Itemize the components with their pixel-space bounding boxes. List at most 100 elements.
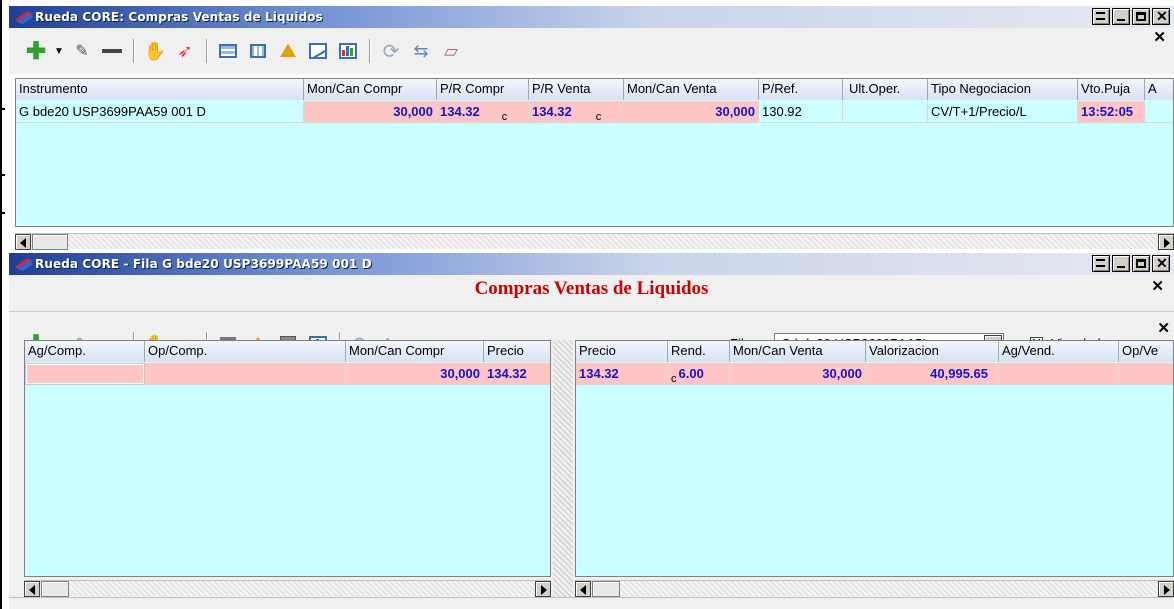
column-header[interactable]: Instrumento	[16, 79, 304, 100]
pr-compr-cell[interactable]: 134.32 c	[437, 101, 529, 123]
column-header[interactable]: Mon/Can Compr	[304, 79, 437, 100]
bar-chart-icon[interactable]	[335, 38, 361, 64]
column-header[interactable]: Mon/Can Venta	[730, 341, 866, 362]
column-header[interactable]: Mon/Can Venta	[624, 79, 759, 100]
column-header[interactable]: Precio	[484, 341, 550, 362]
column-header[interactable]: P/R Compr	[437, 79, 529, 100]
ult-oper-cell[interactable]	[843, 101, 928, 123]
bottom-maximize-button[interactable]	[1132, 255, 1150, 272]
handshake-icon[interactable]: ✋	[142, 38, 168, 64]
vto-puja-cell[interactable]: 13:52:05	[1078, 101, 1145, 123]
column-header[interactable]: Vto.Puja	[1078, 79, 1145, 100]
op-comp-cell[interactable]	[145, 363, 346, 385]
app-logo-icon	[15, 258, 33, 271]
line-chart-icon[interactable]	[305, 38, 331, 64]
bottom-minimize-button[interactable]	[1112, 255, 1130, 272]
pr-venta-cell[interactable]: 134.32 c	[529, 101, 624, 123]
ag-comp-cell[interactable]	[25, 363, 145, 385]
top-window-title: Rueda CORE: Compras Ventas de Liquidos	[35, 10, 323, 24]
eraser-icon[interactable]: ▱	[438, 38, 464, 64]
rend-value: 6.00	[678, 366, 704, 381]
bar-pile-icon[interactable]: ⛰	[275, 38, 301, 64]
bottom-window-titlebar[interactable]: Rueda CORE - Fila G bde20 USP3699PAA59 0…	[9, 253, 1174, 275]
column-header[interactable]: Op/Ve	[1119, 341, 1173, 362]
top-toolbar: ✚ ▼ ✎ ✋ ➶ ⛰ ⟳ ⇆ ▱ ✕	[9, 28, 1174, 74]
scroll-right-button[interactable]	[1158, 581, 1174, 597]
mon-can-compr-cell[interactable]: 30,000	[304, 101, 437, 123]
subtitle-close-icon[interactable]: ✕	[1151, 277, 1164, 295]
bottom-restore-button[interactable]	[1092, 255, 1110, 272]
extra-cell[interactable]	[1145, 101, 1173, 123]
column-header[interactable]: P/Ref.	[759, 79, 843, 100]
grid-icon[interactable]	[245, 38, 271, 64]
top-window-titlebar[interactable]: Rueda CORE: Compras Ventas de Liquidos ✕	[9, 6, 1174, 28]
column-header[interactable]: A	[1145, 79, 1173, 100]
column-header[interactable]: Op/Comp.	[145, 341, 346, 362]
mon-can-venta-cell[interactable]: 30,000	[624, 101, 759, 123]
ventas-grid-hscrollbar[interactable]	[575, 580, 1174, 597]
edit-pencil-icon[interactable]: ✎	[69, 38, 95, 64]
status-strip	[9, 597, 1174, 609]
top-maximize-button[interactable]	[1132, 8, 1150, 25]
bottom-window-subtitle: Compras Ventas de Liquidos	[474, 278, 709, 299]
precio-cell[interactable]: 134.32	[484, 363, 550, 385]
pr-venta-mark: c	[595, 111, 602, 123]
column-header[interactable]: Mon/Can Compr	[346, 341, 484, 362]
table-icon[interactable]	[215, 38, 241, 64]
ag-vend-cell[interactable]	[999, 363, 1119, 385]
bottom-window-title: Rueda CORE - Fila G bde20 USP3699PAA59 0…	[35, 257, 372, 271]
table-row[interactable]: G bde20 USP3699PAA59 001 D 30,000 134.32…	[16, 101, 1173, 123]
rocket-icon[interactable]: ➶	[172, 38, 198, 64]
table-row[interactable]: 30,000 134.32	[25, 363, 550, 385]
dropdown-icon[interactable]: ▼	[53, 38, 65, 64]
left-edge-tick	[0, 212, 5, 214]
add-icon[interactable]: ✚	[23, 38, 49, 65]
top-grid-header: Instrumento Mon/Can Compr P/R Compr P/R …	[16, 79, 1173, 100]
scroll-left-button[interactable]	[15, 234, 31, 250]
table-row[interactable]: 134.32 c 6.00 30,000 40,995.65	[576, 363, 1173, 385]
column-header[interactable]: Precio	[576, 341, 668, 362]
valorizacion-cell[interactable]: 40,995.65	[866, 363, 999, 385]
ventas-grid-header: Precio Rend. Mon/Can Venta Valorizacion …	[576, 341, 1173, 362]
scroll-right-button[interactable]	[1158, 234, 1174, 250]
p-ref-cell[interactable]: 130.92	[759, 101, 843, 123]
scroll-thumb[interactable]	[592, 581, 620, 597]
column-header[interactable]: P/R Venta	[529, 79, 624, 100]
compras-grid: Ag/Comp. Op/Comp. Mon/Can Compr Precio 3…	[24, 340, 551, 577]
rend-cell[interactable]: c 6.00	[668, 363, 730, 385]
scroll-left-button[interactable]	[575, 581, 591, 597]
pr-compr-value: 134.32	[440, 104, 480, 119]
toolbar-separator	[133, 39, 134, 63]
column-header[interactable]: Tipo Negociacion	[928, 79, 1078, 100]
top-minimize-button[interactable]	[1112, 8, 1130, 25]
column-header[interactable]: Valorizacion	[866, 341, 999, 362]
grid-splitter[interactable]	[553, 340, 573, 597]
scroll-right-button[interactable]	[535, 581, 551, 597]
transfer-icon[interactable]: ⇆	[408, 38, 434, 64]
scroll-thumb[interactable]	[41, 581, 69, 597]
instrumento-cell[interactable]: G bde20 USP3699PAA59 001 D	[16, 101, 304, 123]
compras-grid-hscrollbar[interactable]	[24, 580, 551, 597]
mon-can-venta-cell[interactable]: 30,000	[730, 363, 866, 385]
column-header[interactable]: Ult.Oper.	[843, 79, 928, 100]
refresh-icon[interactable]: ⟳	[378, 38, 404, 64]
mon-can-compr-cell[interactable]: 30,000	[346, 363, 484, 385]
bottom-close-button[interactable]: ✕	[1152, 255, 1170, 272]
app-logo-icon	[15, 11, 33, 24]
column-header[interactable]: Rend.	[668, 341, 730, 362]
top-toolbar-close-icon[interactable]: ✕	[1153, 28, 1166, 46]
column-header[interactable]: Ag/Comp.	[25, 341, 145, 362]
top-close-button[interactable]: ✕	[1152, 8, 1170, 25]
remove-icon[interactable]	[99, 38, 125, 64]
scroll-left-button[interactable]	[24, 581, 40, 597]
precio-cell[interactable]: 134.32	[576, 363, 668, 385]
scroll-thumb[interactable]	[32, 234, 68, 250]
ventas-grid: Precio Rend. Mon/Can Venta Valorizacion …	[575, 340, 1174, 577]
column-header[interactable]: Ag/Vend.	[999, 341, 1119, 362]
op-vend-cell[interactable]	[1119, 363, 1173, 385]
left-edge-line	[0, 0, 2, 609]
tipo-negociacion-cell[interactable]: CV/T+1/Precio/L	[928, 101, 1078, 123]
top-restore-button[interactable]	[1092, 8, 1110, 25]
top-grid-hscrollbar[interactable]	[15, 233, 1174, 250]
toolbar-close-icon[interactable]: ✕	[1157, 319, 1170, 337]
